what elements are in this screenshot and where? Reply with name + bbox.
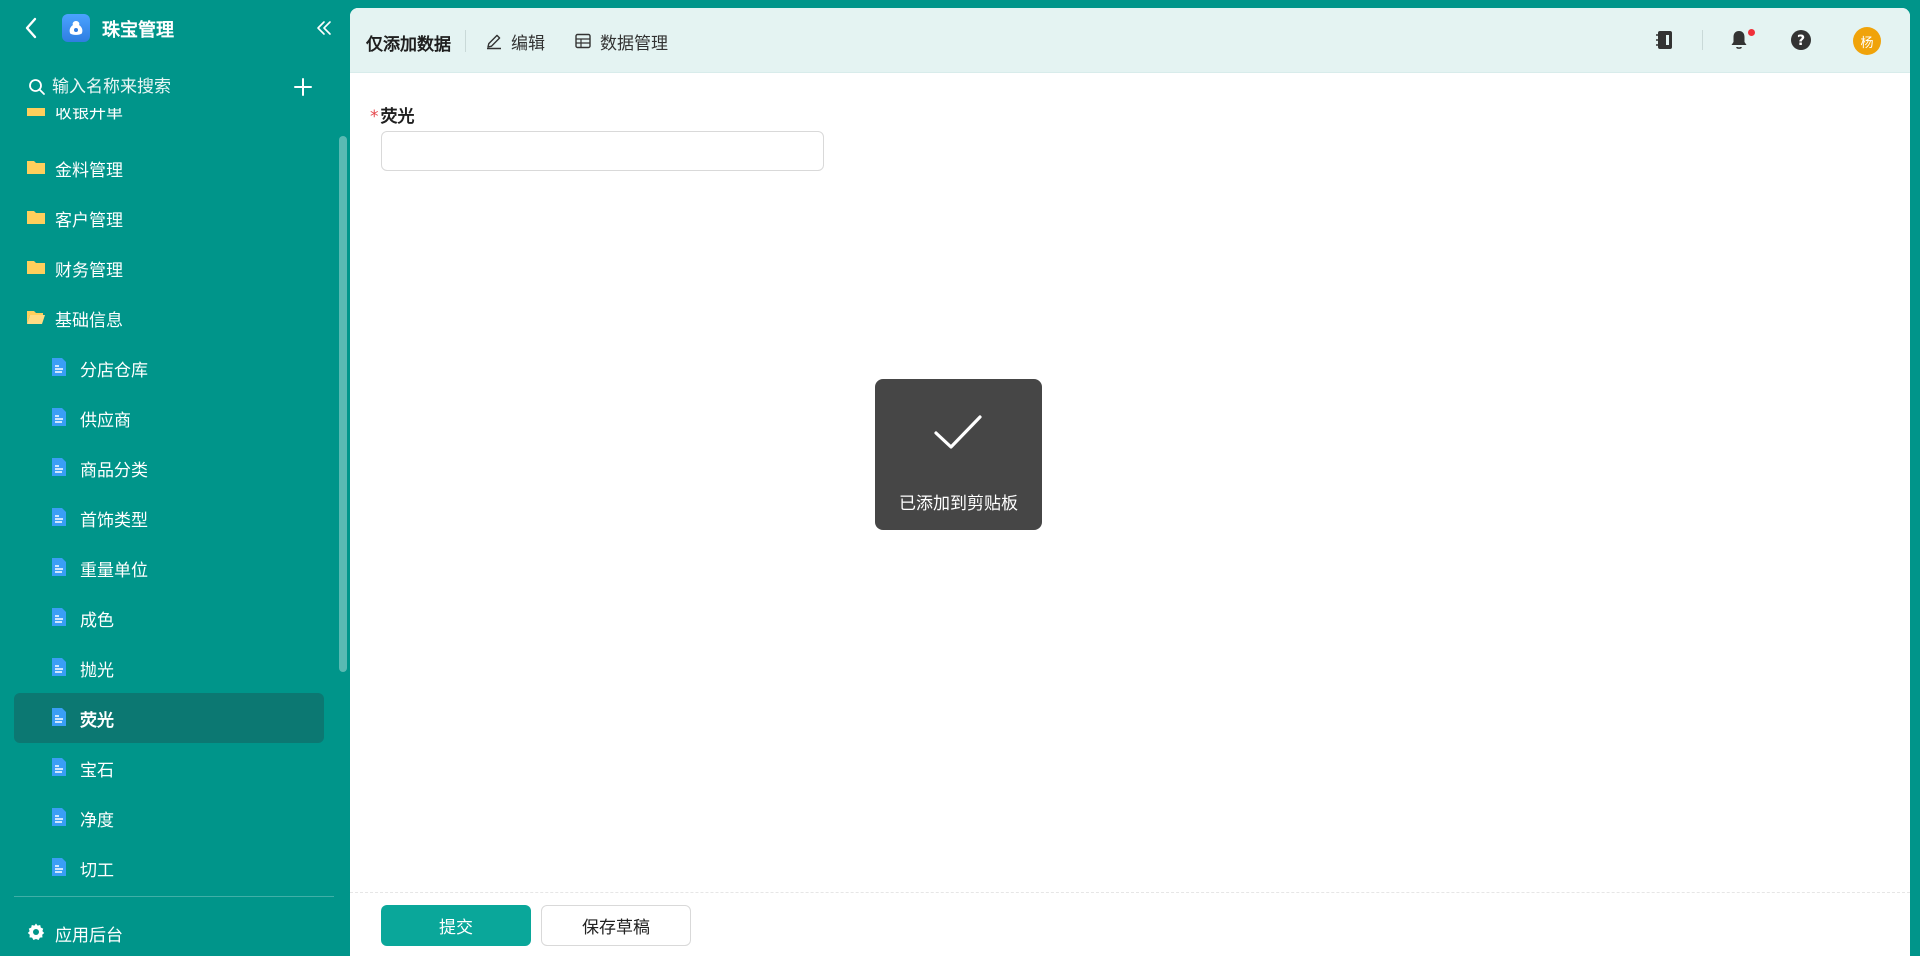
form-footer: 提交 保存草稿 [350,892,1910,956]
document-icon [52,408,66,426]
top-toolbar: 仅添加数据 编辑 数据管理 ? 杨 [350,8,1910,73]
data-management-button[interactable]: 数据管理 [574,26,668,56]
sidebar-page-branch-warehouse[interactable]: 分店仓库 [14,343,324,393]
sidebar-item-partial[interactable]: 收银开单 [14,108,324,135]
fluorescence-input[interactable] [381,131,824,171]
sidebar-page-weight-unit[interactable]: 重量单位 [14,543,324,593]
gear-icon [27,923,45,940]
back-arrow-icon[interactable] [20,14,44,42]
app-backend-button[interactable]: 应用后台 [14,912,324,952]
sidebar-page-clarity[interactable]: 净度 [14,793,324,843]
sidebar-item-label: 荧光 [80,710,114,731]
sidebar-item-label: 成色 [80,610,114,631]
sidebar-page-product-category[interactable]: 商品分类 [14,443,324,493]
document-icon [52,558,66,576]
sidebar-page-cut[interactable]: 切工 [14,843,324,888]
toast-message: 已添加到剪贴板 [899,494,1018,514]
fluorescence-field-label: * 荧光 [370,102,415,127]
document-icon [52,608,66,626]
sidebar: 珠宝管理 收银开单 金料管理 客户管理 财务管理 [0,0,350,956]
sidebar-item-label: 供应商 [80,410,131,431]
table-icon [575,33,591,49]
toolbar-divider [1702,30,1703,50]
document-icon [52,708,66,726]
sidebar-page-fineness[interactable]: 成色 [14,593,324,643]
sidebar-scrollbar[interactable] [339,136,347,672]
app-backend-label: 应用后台 [55,926,123,946]
sidebar-item-label: 分店仓库 [80,360,148,381]
field-label-text: 荧光 [380,107,415,127]
copied-toast: 已添加到剪贴板 [875,379,1042,530]
sidebar-item-label: 收银开单 [55,108,123,123]
edit-label: 编辑 [511,33,545,54]
app-title: 珠宝管理 [102,20,174,41]
document-icon [52,758,66,776]
sidebar-item-label: 净度 [80,810,114,831]
sidebar-page-jewelry-type[interactable]: 首饰类型 [14,493,324,543]
sidebar-header: 珠宝管理 [0,0,350,58]
sidebar-item-label: 抛光 [80,660,114,681]
collapse-sidebar-icon[interactable] [314,18,334,38]
sidebar-divider [14,896,334,897]
save-draft-button[interactable]: 保存草稿 [541,905,691,946]
sidebar-item-label: 金料管理 [55,160,123,181]
folder-icon [27,108,45,116]
add-icon[interactable] [292,76,314,98]
document-icon [52,458,66,476]
sidebar-folder-customers[interactable]: 客户管理 [14,193,324,243]
folder-icon [27,261,45,274]
sidebar-item-label: 基础信息 [55,310,123,331]
search-icon [29,79,45,95]
notification-dot [1748,29,1755,36]
svg-text:?: ? [1797,33,1805,49]
sidebar-page-fluorescence[interactable]: 荧光 [14,693,324,743]
sidebar-item-label: 财务管理 [55,260,123,281]
document-icon [52,358,66,376]
document-icon [52,508,66,526]
sidebar-search [0,70,350,104]
folder-icon [27,211,45,224]
sidebar-item-label: 重量单位 [80,560,148,581]
folder-open-icon [27,311,45,324]
toolbar-divider [465,30,466,52]
document-icon [52,658,66,676]
sidebar-page-polish[interactable]: 抛光 [14,643,324,693]
sidebar-folder-gold[interactable]: 金料管理 [14,143,324,193]
sidebar-item-label: 切工 [80,860,114,881]
sidebar-folder-finance[interactable]: 财务管理 [14,243,324,293]
sidebar-item-label: 首饰类型 [80,510,148,531]
notebook-icon[interactable] [1653,28,1677,52]
app-logo-icon [62,14,90,42]
checkmark-icon [934,415,982,449]
sidebar-item-label: 客户管理 [55,210,123,231]
submit-button[interactable]: 提交 [381,905,531,946]
search-input[interactable] [52,72,272,102]
sidebar-page-gemstone[interactable]: 宝石 [14,743,324,793]
document-icon [52,858,66,876]
sidebar-item-label: 商品分类 [80,460,148,481]
data-management-label: 数据管理 [600,33,668,54]
pencil-icon [487,34,501,50]
edit-button[interactable]: 编辑 [485,26,545,56]
document-icon [52,808,66,826]
folder-icon [27,161,45,174]
sidebar-nav: 收银开单 金料管理 客户管理 财务管理 基础信息 分店仓库 供应商 商品分类 首… [0,108,338,888]
user-avatar[interactable]: 杨 [1853,27,1881,55]
sidebar-item-label: 宝石 [80,760,114,781]
sidebar-folder-basic-info[interactable]: 基础信息 [14,293,324,343]
page-title: 仅添加数据 [366,35,451,55]
sidebar-page-supplier[interactable]: 供应商 [14,393,324,443]
main-panel: 仅添加数据 编辑 数据管理 ? 杨 * 荧光 已添加到剪贴板 提交 保存草稿 [350,8,1910,956]
help-icon[interactable]: ? [1789,28,1813,52]
required-mark: * [370,107,379,127]
